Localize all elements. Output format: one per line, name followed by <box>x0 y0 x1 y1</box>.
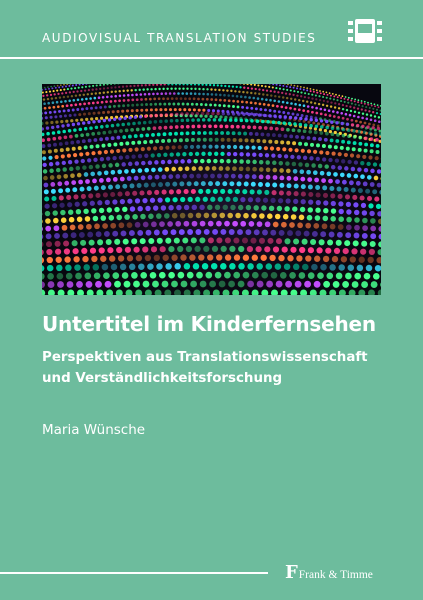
film-strip-icon <box>348 19 382 43</box>
book-subtitle: Perspektiven aus Translationswissenschaf… <box>42 347 368 389</box>
series-title: AUDIOVISUAL TRANSLATION STUDIES <box>42 31 317 45</box>
subtitle-line-1: Perspektiven aus Translationswissenschaf… <box>42 350 368 365</box>
subtitle-line-2: und Verständlichkeitsforschung <box>42 371 283 386</box>
cover-image <box>42 84 381 295</box>
series-divider <box>0 57 423 59</box>
bottom-divider <box>0 572 268 574</box>
publisher-name: Frank & Timme <box>298 569 373 581</box>
author-name: Maria Wünsche <box>42 422 146 438</box>
publisher-mark: F <box>285 562 298 583</box>
publisher-logo: F Frank & Timme <box>285 562 373 583</box>
book-title: Untertitel im Kinderfernsehen <box>42 312 376 336</box>
